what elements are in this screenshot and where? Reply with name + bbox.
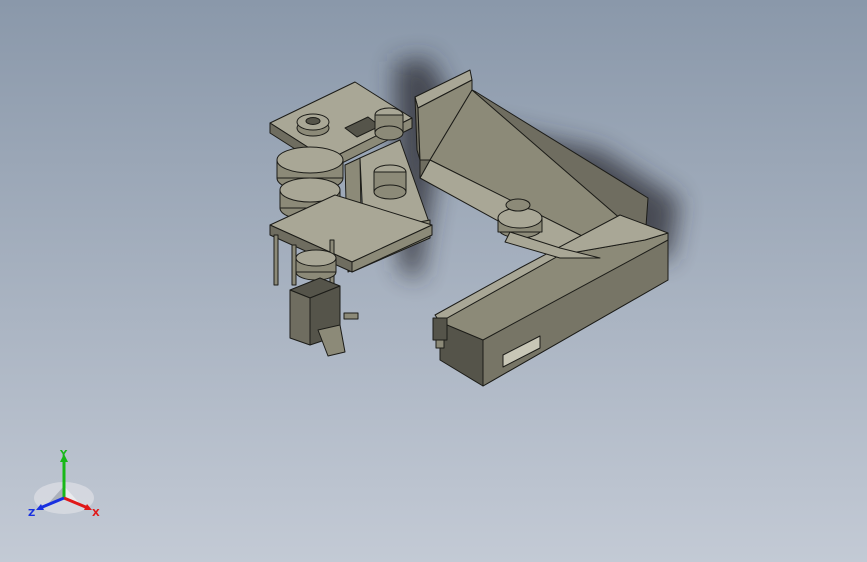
top-bearing-housing[interactable] — [296, 113, 330, 137]
right-bearing-housing[interactable] — [374, 107, 404, 141]
motor-connector — [317, 324, 346, 357]
motor-coupling[interactable] — [295, 249, 337, 281]
servo-motor[interactable] — [289, 277, 359, 357]
z-axis-label: Z — [28, 508, 35, 519]
y-axis-label: Y — [59, 449, 68, 460]
robot-arm-assembly-model[interactable] — [0, 0, 867, 562]
3d-viewport[interactable]: Y X Z — [0, 0, 867, 562]
view-orientation-triad[interactable]: Y X Z — [22, 446, 106, 526]
x-axis-label: X — [92, 508, 100, 519]
motor-cable-gland — [343, 312, 359, 320]
